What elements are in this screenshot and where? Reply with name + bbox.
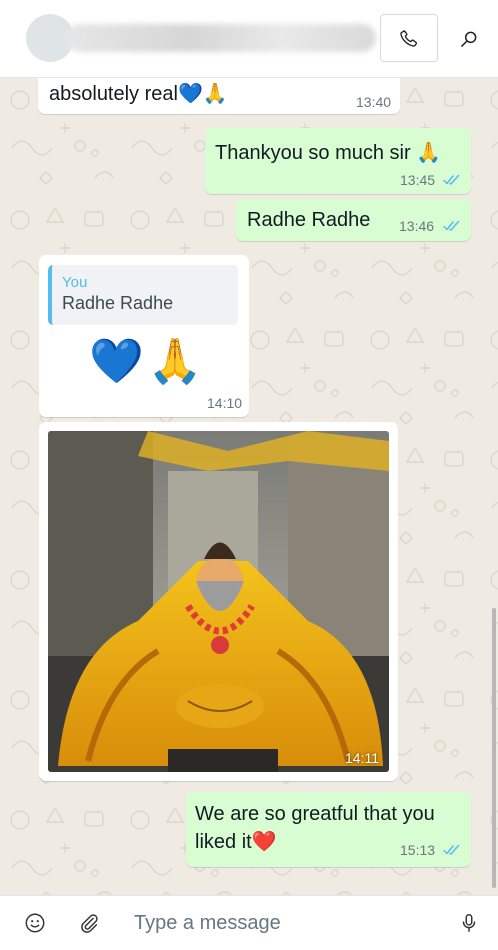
message-body: Thankyou so much sir [215, 142, 411, 164]
search-icon [461, 31, 477, 47]
message-time: 14:10 [207, 395, 243, 411]
emoji-button[interactable] [22, 910, 48, 936]
message-composer: Type a message [0, 895, 498, 950]
message-input[interactable]: Type a message [134, 912, 281, 935]
voice-message-button[interactable] [456, 910, 482, 936]
message-incoming-photo[interactable]: 14:11 [39, 422, 398, 781]
chat-scrollbar[interactable] [492, 608, 496, 888]
search-button[interactable] [452, 22, 486, 56]
message-emoji: ❤️ [251, 831, 277, 853]
message-emoji: 💙🙏 [177, 83, 228, 105]
message-text: Thankyou so much sir 🙏 [215, 140, 441, 166]
message-emoji: 💙🙏 [89, 337, 207, 386]
quoted-message[interactable]: You Radhe Radhe [48, 265, 238, 325]
message-text: absolutely real💙🙏 [49, 81, 228, 107]
message-body: absolutely real [49, 83, 178, 105]
message-emoji: 🙏 [416, 142, 442, 164]
message-time: 13:45 [400, 172, 436, 188]
microphone-icon [462, 914, 476, 932]
message-body: liked it [195, 831, 252, 853]
voice-call-button[interactable] [380, 14, 438, 62]
message-photo[interactable]: 14:11 [48, 431, 389, 772]
message-time: 13:40 [356, 94, 392, 110]
smiley-icon [25, 913, 45, 933]
message-body: We are so greatful that you [195, 803, 435, 825]
contact-name-blurred[interactable] [66, 24, 376, 52]
message-text: liked it❤️ [195, 829, 277, 855]
message-body: Radhe Radhe [247, 209, 371, 231]
message-time: 15:13 [400, 842, 436, 858]
message-outgoing[interactable]: Radhe Radhe 13:46 [236, 199, 471, 241]
chat-header [0, 0, 498, 78]
phone-icon [400, 30, 418, 47]
attach-button[interactable] [76, 910, 102, 936]
photo-image [48, 431, 389, 772]
quote-text: Radhe Radhe [62, 293, 174, 313]
read-ticks-icon [443, 220, 460, 231]
paperclip-icon [81, 914, 98, 933]
message-outgoing[interactable]: We are so greatful that you liked it❤️ 1… [186, 792, 471, 867]
message-time: 14:11 [345, 750, 379, 766]
message-time: 13:46 [399, 218, 435, 234]
read-ticks-icon [443, 174, 460, 185]
quote-author: You [62, 274, 88, 291]
message-outgoing[interactable]: Thankyou so much sir 🙏 13:45 [205, 128, 471, 194]
chat-area[interactable]: absolutely real💙🙏 13:40 Thankyou so much… [0, 78, 498, 895]
read-ticks-icon [443, 844, 460, 855]
message-incoming[interactable]: absolutely real💙🙏 13:40 [38, 78, 400, 114]
message-incoming-reply[interactable]: You Radhe Radhe 💙🙏 14:10 [39, 255, 249, 417]
